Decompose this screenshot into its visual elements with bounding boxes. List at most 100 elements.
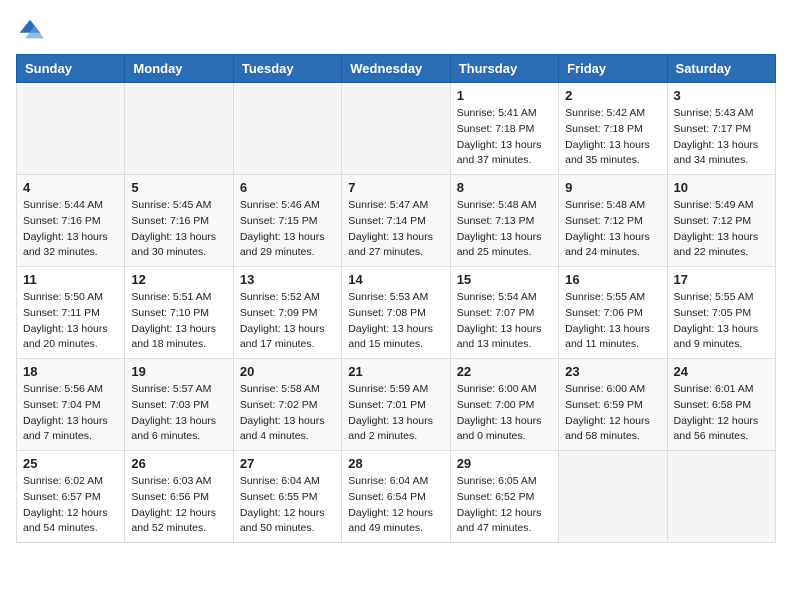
calendar-week-row: 4 Sunrise: 5:44 AMSunset: 7:16 PMDaylight… [17, 175, 776, 267]
calendar-cell: 28 Sunrise: 6:04 AMSunset: 6:54 PMDayligh… [342, 451, 450, 543]
day-info: Sunrise: 5:57 AMSunset: 7:03 PMDaylight:… [131, 382, 226, 445]
day-number: 4 [23, 180, 118, 195]
calendar-week-row: 18 Sunrise: 5:56 AMSunset: 7:04 PMDayligh… [17, 359, 776, 451]
day-info: Sunrise: 6:04 AMSunset: 6:54 PMDaylight:… [348, 474, 443, 537]
calendar-cell: 8 Sunrise: 5:48 AMSunset: 7:13 PMDaylight… [450, 175, 558, 267]
calendar-cell: 3Sunrise: 5:43 AMSunset: 7:17 PMDaylight… [667, 83, 775, 175]
day-number: 27 [240, 456, 335, 471]
calendar-cell: 17 Sunrise: 5:55 AMSunset: 7:05 PMDayligh… [667, 267, 775, 359]
calendar-cell: 15 Sunrise: 5:54 AMSunset: 7:07 PMDayligh… [450, 267, 558, 359]
day-info: Sunrise: 6:00 AMSunset: 6:59 PMDaylight:… [565, 382, 660, 445]
calendar-cell [17, 83, 125, 175]
day-info: Sunrise: 5:48 AMSunset: 7:13 PMDaylight:… [457, 198, 552, 261]
day-of-week-header: Wednesday [342, 55, 450, 83]
calendar-cell: 10 Sunrise: 5:49 AMSunset: 7:12 PMDayligh… [667, 175, 775, 267]
day-info: Sunrise: 5:46 AMSunset: 7:15 PMDaylight:… [240, 198, 335, 261]
day-number: 17 [674, 272, 769, 287]
day-number: 21 [348, 364, 443, 379]
day-info: Sunrise: 5:41 AMSunset: 7:18 PMDaylight:… [457, 106, 552, 169]
day-number: 8 [457, 180, 552, 195]
day-info: Sunrise: 5:43 AMSunset: 7:17 PMDaylight:… [674, 106, 769, 169]
day-info: Sunrise: 5:59 AMSunset: 7:01 PMDaylight:… [348, 382, 443, 445]
day-number: 28 [348, 456, 443, 471]
day-number: 26 [131, 456, 226, 471]
day-number: 20 [240, 364, 335, 379]
calendar-cell: 20Sunrise: 5:58 AMSunset: 7:02 PMDayligh… [233, 359, 341, 451]
day-number: 23 [565, 364, 660, 379]
page-header [16, 16, 776, 44]
calendar-cell [233, 83, 341, 175]
day-info: Sunrise: 5:52 AMSunset: 7:09 PMDaylight:… [240, 290, 335, 353]
day-of-week-header: Saturday [667, 55, 775, 83]
logo-icon [16, 16, 44, 44]
day-number: 18 [23, 364, 118, 379]
day-number: 5 [131, 180, 226, 195]
calendar-week-row: 1 Sunrise: 5:41 AMSunset: 7:18 PMDaylight… [17, 83, 776, 175]
calendar-cell: 9Sunrise: 5:48 AMSunset: 7:12 PMDaylight… [559, 175, 667, 267]
calendar-cell [559, 451, 667, 543]
day-info: Sunrise: 6:04 AMSunset: 6:55 PMDaylight:… [240, 474, 335, 537]
calendar-week-row: 11 Sunrise: 5:50 AMSunset: 7:11 PMDayligh… [17, 267, 776, 359]
day-info: Sunrise: 5:50 AMSunset: 7:11 PMDaylight:… [23, 290, 118, 353]
calendar-cell: 14 Sunrise: 5:53 AMSunset: 7:08 PMDayligh… [342, 267, 450, 359]
day-number: 25 [23, 456, 118, 471]
calendar-header-row: SundayMondayTuesdayWednesdayThursdayFrid… [17, 55, 776, 83]
day-number: 7 [348, 180, 443, 195]
day-number: 14 [348, 272, 443, 287]
day-number: 2 [565, 88, 660, 103]
day-info: Sunrise: 5:56 AMSunset: 7:04 PMDaylight:… [23, 382, 118, 445]
calendar-cell: 26 Sunrise: 6:03 AMSunset: 6:56 PMDayligh… [125, 451, 233, 543]
calendar-cell: 4 Sunrise: 5:44 AMSunset: 7:16 PMDaylight… [17, 175, 125, 267]
day-number: 6 [240, 180, 335, 195]
day-of-week-header: Monday [125, 55, 233, 83]
calendar-cell: 24 Sunrise: 6:01 AMSunset: 6:58 PMDayligh… [667, 359, 775, 451]
calendar-cell: 18 Sunrise: 5:56 AMSunset: 7:04 PMDayligh… [17, 359, 125, 451]
calendar-cell: 16 Sunrise: 5:55 AMSunset: 7:06 PMDayligh… [559, 267, 667, 359]
calendar-cell: 6 Sunrise: 5:46 AMSunset: 7:15 PMDaylight… [233, 175, 341, 267]
calendar-cell: 19 Sunrise: 5:57 AMSunset: 7:03 PMDayligh… [125, 359, 233, 451]
day-info: Sunrise: 6:03 AMSunset: 6:56 PMDaylight:… [131, 474, 226, 537]
calendar-cell: 27 Sunrise: 6:04 AMSunset: 6:55 PMDayligh… [233, 451, 341, 543]
day-info: Sunrise: 5:55 AMSunset: 7:05 PMDaylight:… [674, 290, 769, 353]
day-info: Sunrise: 5:45 AMSunset: 7:16 PMDaylight:… [131, 198, 226, 261]
day-info: Sunrise: 5:54 AMSunset: 7:07 PMDaylight:… [457, 290, 552, 353]
day-info: Sunrise: 5:53 AMSunset: 7:08 PMDaylight:… [348, 290, 443, 353]
day-of-week-header: Sunday [17, 55, 125, 83]
calendar-cell [342, 83, 450, 175]
day-number: 22 [457, 364, 552, 379]
calendar-cell: 7 Sunrise: 5:47 AMSunset: 7:14 PMDaylight… [342, 175, 450, 267]
calendar-cell: 11 Sunrise: 5:50 AMSunset: 7:11 PMDayligh… [17, 267, 125, 359]
day-number: 1 [457, 88, 552, 103]
day-number: 16 [565, 272, 660, 287]
day-number: 11 [23, 272, 118, 287]
day-info: Sunrise: 5:49 AMSunset: 7:12 PMDaylight:… [674, 198, 769, 261]
calendar-cell: 29Sunrise: 6:05 AMSunset: 6:52 PMDayligh… [450, 451, 558, 543]
day-number: 15 [457, 272, 552, 287]
calendar-cell: 22 Sunrise: 6:00 AMSunset: 7:00 PMDayligh… [450, 359, 558, 451]
calendar-cell [667, 451, 775, 543]
day-info: Sunrise: 6:00 AMSunset: 7:00 PMDaylight:… [457, 382, 552, 445]
day-number: 24 [674, 364, 769, 379]
day-of-week-header: Tuesday [233, 55, 341, 83]
day-of-week-header: Friday [559, 55, 667, 83]
day-info: Sunrise: 5:51 AMSunset: 7:10 PMDaylight:… [131, 290, 226, 353]
day-number: 19 [131, 364, 226, 379]
calendar-cell: 2 Sunrise: 5:42 AMSunset: 7:18 PMDaylight… [559, 83, 667, 175]
day-number: 12 [131, 272, 226, 287]
day-info: Sunrise: 5:44 AMSunset: 7:16 PMDaylight:… [23, 198, 118, 261]
day-info: Sunrise: 5:55 AMSunset: 7:06 PMDaylight:… [565, 290, 660, 353]
calendar-week-row: 25Sunrise: 6:02 AMSunset: 6:57 PMDayligh… [17, 451, 776, 543]
calendar-cell [125, 83, 233, 175]
calendar-cell: 13 Sunrise: 5:52 AMSunset: 7:09 PMDayligh… [233, 267, 341, 359]
calendar-table: SundayMondayTuesdayWednesdayThursdayFrid… [16, 54, 776, 543]
day-number: 10 [674, 180, 769, 195]
day-info: Sunrise: 5:48 AMSunset: 7:12 PMDaylight:… [565, 198, 660, 261]
day-number: 13 [240, 272, 335, 287]
day-info: Sunrise: 5:42 AMSunset: 7:18 PMDaylight:… [565, 106, 660, 169]
day-info: Sunrise: 5:47 AMSunset: 7:14 PMDaylight:… [348, 198, 443, 261]
calendar-cell: 5 Sunrise: 5:45 AMSunset: 7:16 PMDaylight… [125, 175, 233, 267]
calendar-cell: 21 Sunrise: 5:59 AMSunset: 7:01 PMDayligh… [342, 359, 450, 451]
calendar-cell: 25Sunrise: 6:02 AMSunset: 6:57 PMDayligh… [17, 451, 125, 543]
day-info: Sunrise: 6:05 AMSunset: 6:52 PMDaylight:… [457, 474, 552, 537]
day-info: Sunrise: 6:01 AMSunset: 6:58 PMDaylight:… [674, 382, 769, 445]
